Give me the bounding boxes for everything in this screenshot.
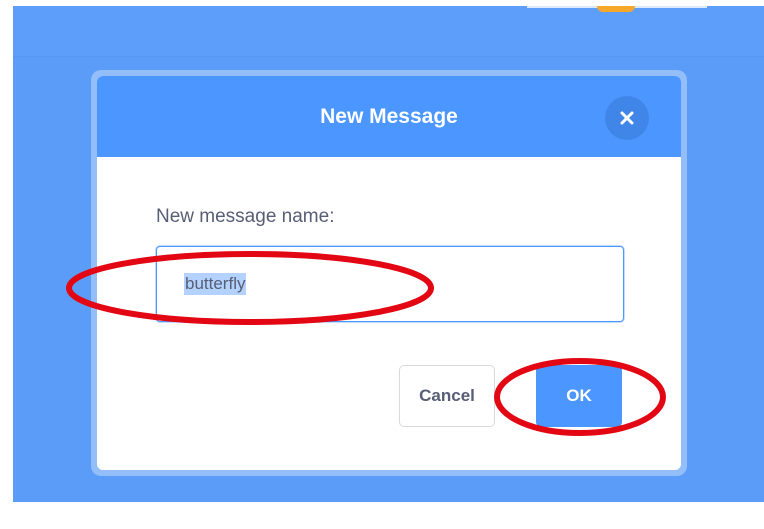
close-button[interactable]: [605, 96, 649, 140]
scratch-logo: [597, 6, 635, 12]
dialog-title: New Message: [320, 105, 458, 128]
close-icon: [620, 111, 634, 125]
new-message-dialog: New Message New message name: butterfly …: [97, 76, 681, 470]
cancel-button[interactable]: Cancel: [399, 365, 495, 427]
editor-background: New Message New message name: butterfly …: [13, 6, 764, 502]
message-name-label: New message name:: [156, 206, 335, 227]
dialog-header: New Message: [97, 76, 681, 157]
menu-bar: [13, 6, 764, 57]
message-name-input[interactable]: butterfly: [156, 246, 624, 322]
ok-button[interactable]: OK: [536, 365, 622, 427]
input-selected-text: butterfly: [184, 273, 247, 295]
